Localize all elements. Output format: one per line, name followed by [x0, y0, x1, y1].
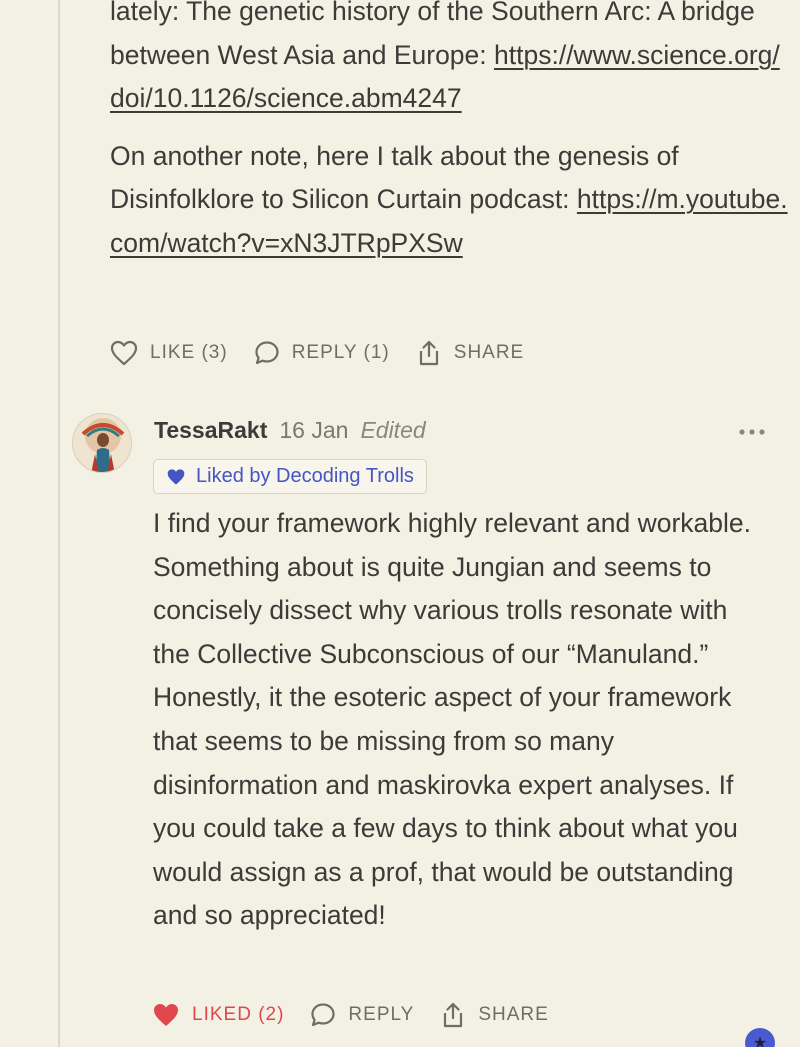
star-icon: ★ [752, 1035, 768, 1047]
share-icon [444, 1002, 463, 1028]
parent-comment-text: lately: The genetic history of the South… [110, 0, 790, 265]
heart-filled-icon [154, 1004, 178, 1026]
comment-bubble-icon [311, 1003, 336, 1027]
reply-label: REPLY (1) [291, 342, 390, 363]
share-icon [419, 340, 438, 366]
comment-date[interactable]: 16 Jan [279, 417, 348, 444]
avatar[interactable] [72, 413, 132, 473]
liked-by-text: Liked by Decoding Trolls [196, 465, 414, 487]
reply-button-2[interactable]: REPLY [310, 1002, 414, 1028]
like-button[interactable]: LIKE (3) [110, 340, 228, 366]
comment-bubble-icon [255, 341, 279, 365]
thread-line [58, 0, 60, 1047]
reply-body: I find your framework highly relevant an… [153, 508, 752, 931]
reply-label-2: REPLY [348, 1004, 415, 1025]
reply-header: TessaRakt 16 Jan Edited [154, 417, 426, 444]
blue-heart-icon [167, 468, 185, 485]
heart-outline-icon [110, 340, 138, 366]
share-label-2: SHARE [478, 1004, 549, 1025]
parent-comment: lately: The genetic history of the South… [110, 0, 790, 265]
edited-label: Edited [360, 417, 426, 443]
liked-button[interactable]: LIKED (2) [152, 1002, 284, 1028]
author-name[interactable]: TessaRakt [154, 417, 267, 444]
liked-label: LIKED (2) [192, 1004, 285, 1025]
share-button[interactable]: SHARE [416, 339, 524, 367]
more-dots-icon[interactable] [738, 424, 766, 440]
paragraph-1: lately: The genetic history of the South… [110, 0, 790, 121]
like-label: LIKE (3) [150, 342, 228, 363]
reply-actions: LIKED (2) REPLY SHARE [152, 1000, 575, 1030]
parent-comment-actions: LIKE (3) REPLY (1) SHARE [110, 338, 550, 368]
liked-by-author-badge: Liked by Decoding Trolls [153, 459, 427, 494]
floating-action-button[interactable]: ★ [745, 1028, 775, 1047]
share-label: SHARE [453, 342, 525, 363]
reply-button[interactable]: REPLY (1) [254, 340, 390, 366]
paragraph-2: On another note, here I talk about the g… [110, 135, 790, 266]
comment-thread: lately: The genetic history of the South… [0, 0, 800, 1047]
share-button-2[interactable]: SHARE [440, 1001, 548, 1029]
